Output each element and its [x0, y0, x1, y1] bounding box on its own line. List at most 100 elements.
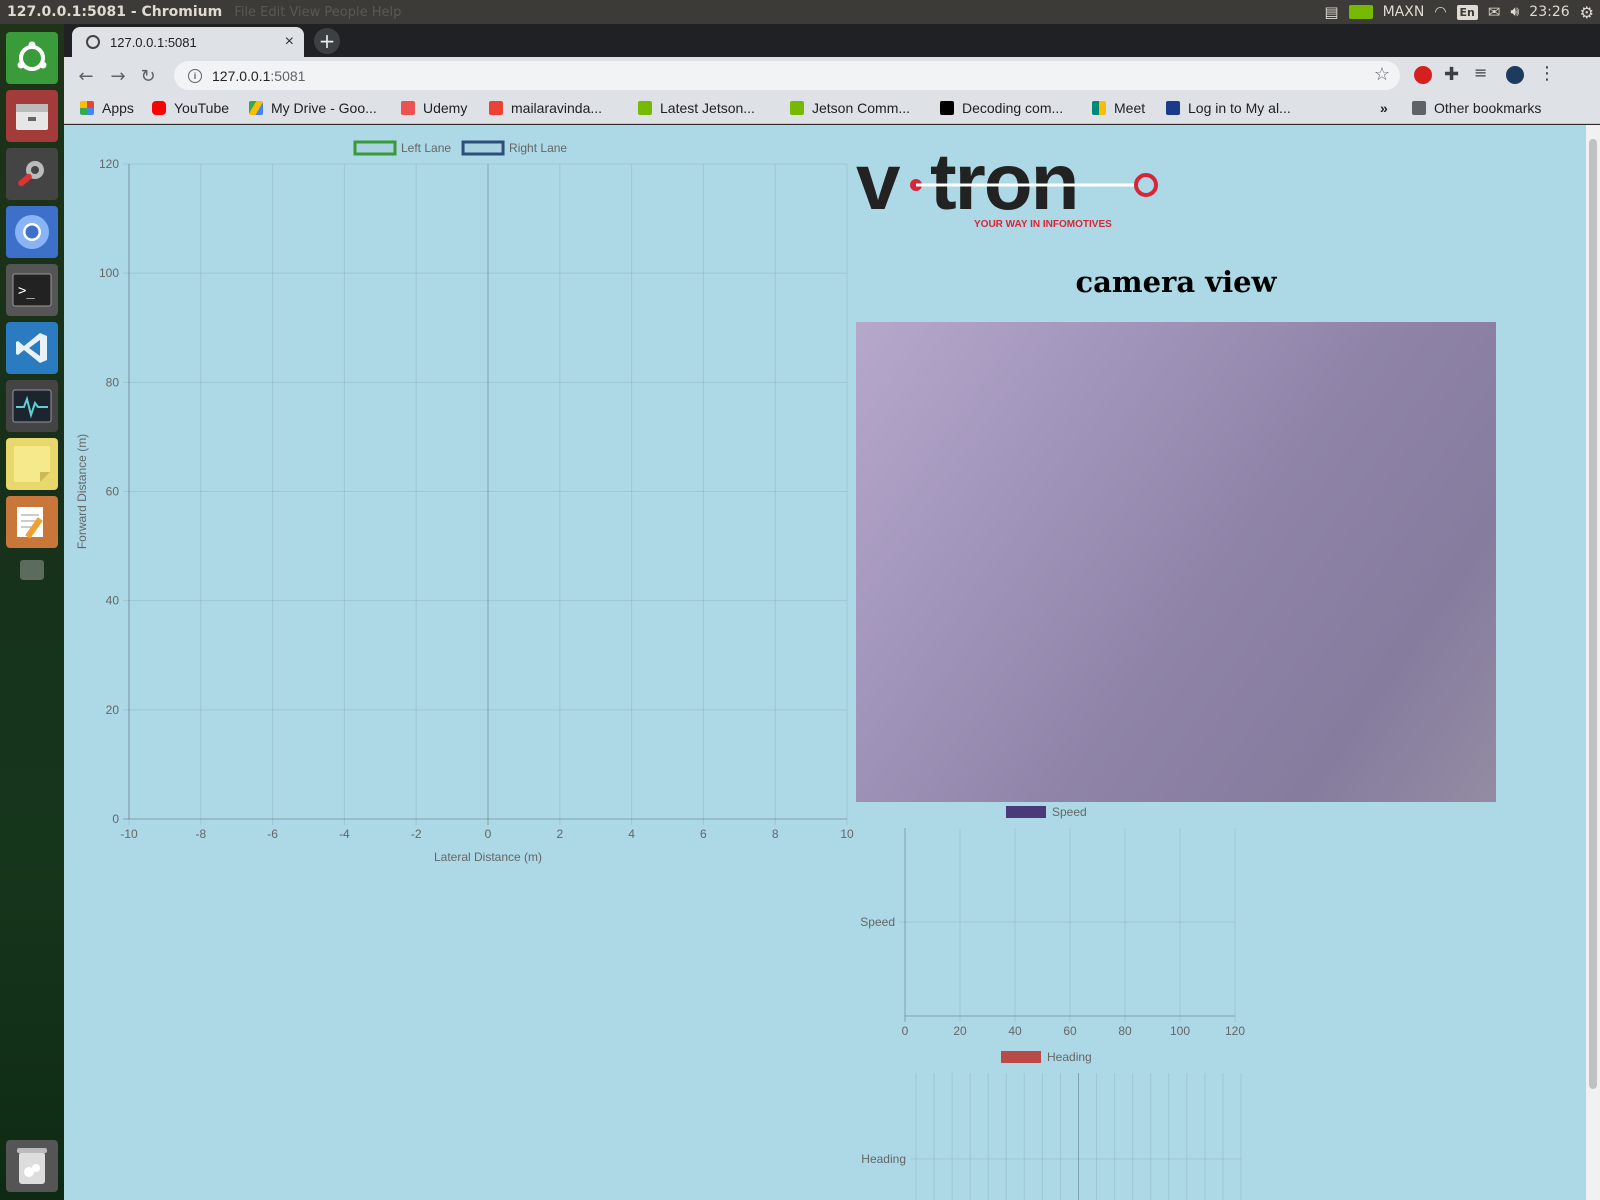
keyboard-layout-indicator[interactable]: En	[1456, 4, 1478, 20]
clipboard-icon[interactable]: ▤	[1324, 3, 1338, 21]
nvidia-icon[interactable]	[1348, 5, 1373, 19]
lane-chart: -10 -8 -6 -4 -2 0 2 4 6 8 10020406080100120Lateral…	[75, 140, 854, 864]
settings-icon[interactable]	[6, 148, 58, 200]
x-tick-label: 100	[1170, 1024, 1190, 1037]
extensions-puzzle-icon[interactable]: ✚	[1444, 64, 1459, 85]
text-editor-icon[interactable]	[6, 496, 58, 548]
media-control-icon[interactable]: ≡	[1474, 63, 1487, 82]
y-tick-label: 40	[106, 594, 120, 608]
volume-icon[interactable]: 🔊︎	[1510, 4, 1519, 20]
power-mode-label[interactable]: MAXN	[1383, 4, 1425, 20]
tab-strip: 127.0.0.1:5081 × +	[64, 24, 1600, 57]
nvidia-icon	[638, 101, 652, 115]
wifi-icon[interactable]: ◠	[1434, 4, 1446, 20]
page-scrollbar[interactable]	[1586, 125, 1600, 1200]
legend-swatch	[461, 140, 505, 156]
bookmark-latest-jetson[interactable]: Latest Jetson...	[638, 100, 755, 116]
trash-icon[interactable]	[6, 1140, 58, 1192]
top-panel: 127.0.0.1:5081 - Chromium File Edit View…	[0, 0, 1600, 24]
app-menu[interactable]: File Edit View People Help	[234, 5, 401, 20]
vscode-icon[interactable]	[6, 322, 58, 374]
mail-icon[interactable]: ✉	[1488, 3, 1501, 21]
nvidia-icon	[790, 101, 804, 115]
other-bookmarks[interactable]: Other bookmarks	[1412, 100, 1541, 116]
y-tick-label: 0	[112, 812, 119, 826]
bookmark-jetson-community[interactable]: Jetson Comm...	[790, 100, 910, 116]
files-icon[interactable]	[6, 90, 58, 142]
terminal-icon[interactable]: >_	[6, 264, 58, 316]
bookmark-decoding[interactable]: Decoding com...	[940, 100, 1063, 116]
medium-icon	[940, 101, 954, 115]
page-content: -10 -8 -6 -4 -2 0 2 4 6 8 10 0 20 40 60 80 100 120 Lateral…	[64, 125, 1586, 1200]
chromium-icon[interactable]	[6, 206, 58, 258]
system-monitor-icon[interactable]	[6, 380, 58, 432]
legend-swatch	[353, 140, 397, 156]
svg-text:tron: tron	[930, 139, 1078, 226]
svg-text:>_: >_	[18, 283, 35, 299]
y-tick-label: 60	[106, 485, 120, 499]
bookmark-youtube[interactable]: YouTube	[152, 100, 229, 116]
gear-icon[interactable]: ⚙	[1580, 3, 1594, 22]
tab-active[interactable]: 127.0.0.1:5081 ×	[72, 27, 304, 57]
x-tick-label: 6	[700, 827, 707, 841]
y-tick-label: Speed	[860, 915, 895, 929]
extension-adblock-icon[interactable]	[1414, 66, 1432, 84]
bookmark-star-icon[interactable]: ☆	[1374, 64, 1390, 85]
x-tick-label: 2	[556, 827, 563, 841]
x-tick-label: 120	[1225, 1024, 1245, 1037]
x-tick-label: 60	[1063, 1024, 1077, 1037]
close-icon[interactable]: ×	[285, 33, 294, 51]
info-icon[interactable]: i	[188, 68, 202, 83]
x-tick-label: -4	[339, 827, 350, 841]
globe-icon	[86, 35, 100, 49]
y-tick-label: 100	[99, 266, 119, 280]
vtron-logo: v tron YOUR WAY IN INFOMOTIVES	[856, 139, 1158, 230]
legend-label: Speed	[1052, 805, 1087, 819]
bookmark-meet[interactable]: Meet	[1092, 100, 1145, 116]
bookmarks-overflow-button[interactable]: »	[1380, 100, 1388, 116]
legend-label: Left Lane	[401, 141, 451, 155]
x-tick-label: -2	[411, 827, 422, 841]
heading-chart: Heading Heading	[861, 1050, 1242, 1200]
apps-grid-icon	[80, 101, 94, 115]
back-button[interactable]: ←	[74, 64, 98, 88]
ubuntu-logo-icon[interactable]	[6, 32, 58, 84]
legend-swatch	[1001, 1051, 1041, 1063]
reload-button[interactable]: ↻	[136, 64, 160, 88]
x-tick-label: 4	[628, 827, 635, 841]
url-host: 127.0.0.1	[212, 67, 271, 84]
browser-toolbar: ← → ↻ i 127.0.0.1:5081 ☆ ✚ ≡ ⋮	[64, 57, 1600, 94]
x-tick-label: 80	[1118, 1024, 1132, 1037]
bookmark-login[interactable]: Log in to My al...	[1166, 100, 1291, 116]
meet-icon	[1092, 101, 1106, 115]
bookmark-udemy[interactable]: Udemy	[401, 100, 467, 116]
camera-view	[856, 322, 1496, 802]
folder-icon	[1412, 101, 1426, 115]
x-axis-label: Lateral Distance (m)	[434, 850, 542, 864]
youtube-icon	[152, 101, 166, 115]
legend-swatch	[1006, 806, 1046, 818]
bookmark-gmail[interactable]: mailaravinda...	[489, 100, 602, 116]
bookmark-my-drive[interactable]: My Drive - Goo...	[249, 100, 377, 116]
address-bar[interactable]: i 127.0.0.1:5081 ☆	[174, 61, 1400, 90]
svg-text:v: v	[856, 139, 901, 226]
x-tick-label: 8	[772, 827, 779, 841]
screenshot-icon[interactable]	[20, 560, 44, 580]
x-tick-label: 0	[902, 1024, 909, 1037]
bookmark-apps[interactable]: Apps	[80, 100, 134, 116]
new-tab-button[interactable]: +	[314, 28, 340, 54]
udemy-icon	[401, 101, 415, 115]
forward-button[interactable]: →	[106, 64, 130, 88]
y-tick-label: 120	[99, 157, 119, 171]
sticky-notes-icon[interactable]	[6, 438, 58, 490]
clock[interactable]: 23:26	[1529, 4, 1569, 20]
x-tick-label: 40	[1008, 1024, 1022, 1037]
avatar[interactable]	[1506, 66, 1524, 84]
scroll-thumb[interactable]	[1589, 139, 1597, 1089]
launcher: >_	[0, 24, 64, 1200]
x-tick-label: 20	[953, 1024, 967, 1037]
menu-kebab-icon[interactable]: ⋮	[1538, 63, 1556, 84]
x-tick-label: -10	[120, 827, 138, 841]
bank-icon	[1166, 101, 1180, 115]
y-axis-label: Forward Distance (m)	[75, 434, 89, 549]
